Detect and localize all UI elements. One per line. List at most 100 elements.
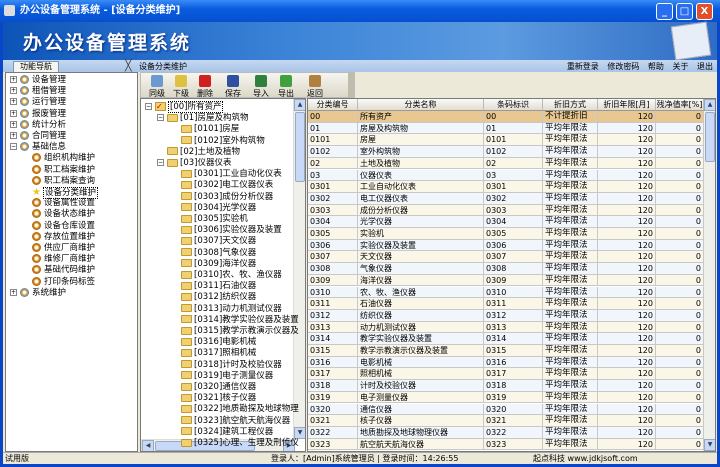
tree-node[interactable]: [0320]通信仪器 — [169, 382, 256, 393]
table-row[interactable]: 0314 教学实验仪器及装置 0314 平均年限法 120 0 — [308, 333, 704, 345]
table-row[interactable]: 0303 成份分析仪器 0303 平均年限法 120 0 — [308, 204, 704, 217]
collapse-icon[interactable]: − — [145, 103, 152, 110]
table-row[interactable]: 0313 动力机测试仪器 0313 平均年限法 120 0 — [308, 321, 704, 334]
grid-scroll-up-button[interactable]: ▲ — [704, 99, 715, 111]
tree-node[interactable]: [0321]核子仪器 — [169, 393, 256, 404]
table-row[interactable]: 03 仪器仪表 03 平均年限法 120 0 — [308, 169, 704, 182]
toolbar-overflow-icon[interactable] — [348, 73, 354, 97]
column-header[interactable]: 分类编号 — [308, 99, 358, 111]
table-row[interactable]: 0321 核子仪器 0321 平均年限法 120 0 — [308, 415, 704, 427]
nav-item[interactable]: 打印条码标签 — [32, 276, 95, 288]
child-button[interactable]: 下级 — [169, 74, 193, 99]
table-row[interactable]: 0322 地质勘探及地球物理仪器 0322 平均年限法 120 0 — [308, 426, 704, 439]
tree-node[interactable]: [0101]房屋 — [169, 124, 239, 135]
tab-nav[interactable]: 功能导航 — [13, 61, 59, 72]
nav-item[interactable]: 设备属性设置 — [32, 198, 95, 209]
nav-item[interactable]: 基础代码维护 — [32, 265, 95, 276]
tree-node[interactable]: [0315]教学示教演示仪器及 — [169, 326, 299, 337]
nav-item[interactable]: 设备仓库设置 — [32, 220, 95, 232]
tree-node[interactable]: [0323]航空航天航海仪器 — [169, 416, 290, 427]
nav-group[interactable]: + 运行管理 — [10, 97, 66, 108]
column-header[interactable]: 折旧年限[月] — [598, 99, 656, 111]
tree-node[interactable]: [0309]海洋仪器 — [169, 259, 256, 270]
nav-item[interactable]: ★ 设备分类维护 — [32, 187, 98, 199]
tree-node[interactable]: [0318]计时及校验仪器 — [169, 360, 282, 371]
save-button[interactable]: 保存 — [221, 74, 245, 99]
tree-node[interactable]: [0303]成份分析仪器 — [169, 192, 273, 203]
tree-node[interactable]: [0316]电影机械 — [169, 337, 256, 348]
table-row[interactable]: 0309 海洋仪器 0309 平均年限法 120 0 — [308, 274, 704, 287]
nav-group-expanded[interactable]: − 基础信息 — [10, 142, 66, 153]
table-row[interactable]: 0306 实验仪器及装置 0306 平均年限法 120 0 — [308, 239, 704, 252]
tree-node[interactable]: [02]土地及植物 — [157, 147, 240, 158]
table-row[interactable]: 0320 通信仪器 0320 平均年限法 120 0 — [308, 403, 704, 416]
sibling-button[interactable]: 同级 — [145, 74, 169, 99]
column-header[interactable]: 折旧方式 — [543, 99, 598, 111]
tree-node[interactable]: − ✓ [00]所有资产 — [145, 101, 224, 113]
collapse-icon[interactable]: − — [157, 114, 164, 122]
table-row[interactable]: 0323 航空航天航海仪器 0323 平均年限法 120 0 — [308, 438, 704, 451]
tree-node[interactable]: [0317]照相机械 — [169, 348, 256, 359]
tree-node[interactable]: [0307]天文仪器 — [169, 236, 256, 247]
tree-node[interactable]: [0313]动力机测试仪器 — [169, 304, 282, 315]
minimize-button[interactable]: _ — [656, 3, 673, 20]
expand-icon[interactable]: + — [10, 288, 17, 296]
expand-icon[interactable]: + — [10, 120, 17, 128]
grid-scroll-down-button[interactable]: ▼ — [704, 439, 715, 451]
nav-item[interactable]: 职工档案查询 — [32, 175, 95, 187]
table-row[interactable]: 0317 照相机械 0317 平均年限法 120 0 — [308, 368, 704, 381]
nav-group[interactable]: + 合同管理 — [10, 131, 66, 142]
tree-node[interactable]: [0311]石油仪器 — [169, 281, 256, 292]
table-row[interactable]: 0308 气象仪器 0308 平均年限法 120 0 — [308, 263, 704, 275]
nav-item[interactable]: 维修厂商维护 — [32, 254, 95, 265]
nav-item[interactable]: 设备状态维护 — [32, 209, 95, 220]
table-row[interactable]: 01 房屋及构筑物 01 平均年限法 120 0 — [308, 122, 704, 135]
scroll-left-button[interactable]: ◀ — [142, 440, 154, 451]
tree-node[interactable]: [0322]地质勘探及地球物理 — [169, 404, 299, 415]
tree-node[interactable]: [0319]电子测量仪器 — [169, 371, 273, 382]
column-header[interactable]: 分类名称 — [358, 99, 484, 111]
table-row[interactable]: 0316 电影机械 0316 平均年限法 120 0 — [308, 356, 704, 369]
grid-scroll-thumb[interactable] — [705, 112, 715, 162]
tree-node[interactable]: [0302]电工仪器仪表 — [169, 180, 273, 191]
nav-item[interactable]: 存放位置维护 — [32, 231, 95, 243]
tree-vertical-scrollbar[interactable]: ▲ ▼ — [293, 99, 305, 439]
column-header[interactable]: 条码标识 — [484, 99, 543, 111]
nav-group[interactable]: + 设备管理 — [10, 75, 66, 86]
nav-group[interactable]: + 统计分析 — [10, 119, 66, 131]
tree-node[interactable]: [0305]实验机 — [169, 214, 248, 225]
table-row[interactable]: 0305 实验机 0305 平均年限法 120 0 — [308, 228, 704, 240]
nav-group[interactable]: + 租借管理 — [10, 86, 66, 97]
table-row[interactable]: 0315 教学示教演示仪器及装置 0315 平均年限法 120 0 — [308, 345, 704, 357]
collapse-icon[interactable]: − — [10, 143, 17, 151]
table-row[interactable]: 0301 工业自动化仪表 0301 平均年限法 120 0 — [308, 181, 704, 193]
back-button[interactable]: 返回 — [303, 74, 327, 99]
close-tab-icon[interactable]: ╳ — [125, 59, 132, 72]
nav-group[interactable]: + 系统维护 — [10, 287, 66, 299]
tree-node[interactable]: − [01]房屋及构筑物 — [157, 113, 248, 124]
nav-item[interactable]: 供应厂商维护 — [32, 243, 95, 254]
table-row[interactable]: 0101 房屋 0101 平均年限法 120 0 — [308, 134, 704, 147]
import-button[interactable]: 导入 — [249, 74, 273, 99]
grid-vertical-scrollbar[interactable]: ▲ ▼ — [703, 99, 715, 451]
table-row[interactable]: 0302 电工仪器仪表 0302 平均年限法 120 0 — [308, 192, 704, 205]
tree-node[interactable]: [0325]心理、生理及刑侦仪 — [169, 438, 299, 449]
tree-node[interactable]: − [03]仪器仪表 — [157, 158, 231, 169]
expand-icon[interactable]: + — [10, 87, 17, 95]
table-row[interactable]: 0319 电子测量仪器 0319 平均年限法 120 0 — [308, 391, 704, 404]
tree-node[interactable]: [0312]纺织仪器 — [169, 292, 256, 303]
maximize-button[interactable]: □ — [676, 3, 693, 20]
nav-item[interactable]: 职工档案维护 — [32, 164, 95, 176]
nav-group[interactable]: + 报废管理 — [10, 108, 66, 120]
expand-icon[interactable]: + — [10, 109, 17, 117]
export-button[interactable]: 导出 — [274, 74, 298, 99]
tree-node[interactable]: [0304]光学仪器 — [169, 203, 256, 214]
about-link[interactable]: 关于 — [672, 62, 688, 71]
tree-node[interactable]: [0301]工业自动化仪表 — [169, 169, 282, 180]
table-row[interactable]: 00 所有资产 00 不计提折旧 120 0 — [308, 111, 704, 123]
close-button[interactable]: X — [696, 3, 713, 20]
scroll-up-button[interactable]: ▲ — [294, 99, 305, 111]
table-row[interactable]: 0318 计时及校验仪器 0318 平均年限法 120 0 — [308, 380, 704, 392]
tree-node[interactable]: [0324]建筑工程仪器 — [169, 427, 273, 438]
table-row[interactable]: 02 土地及植物 02 平均年限法 120 0 — [308, 157, 704, 170]
